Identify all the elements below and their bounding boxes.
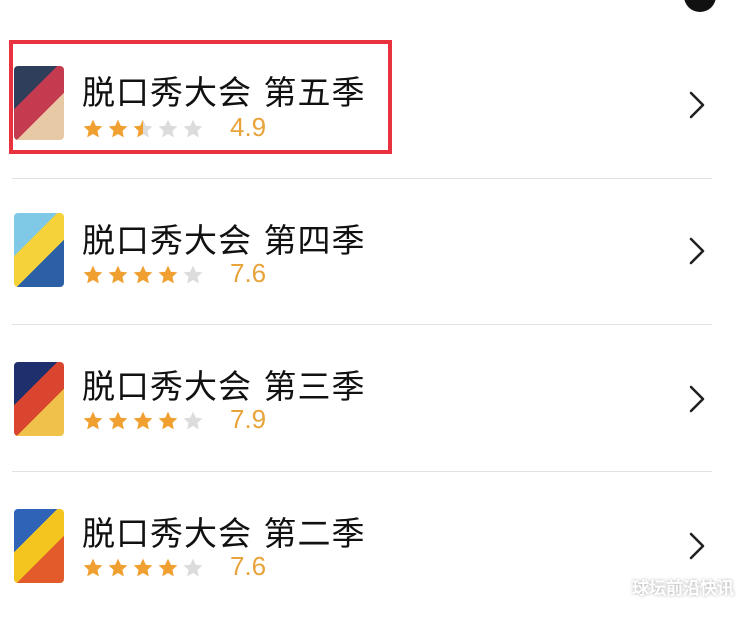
star-rating xyxy=(82,557,204,579)
item-title: 脱口秀大会 第二季 xyxy=(82,514,366,553)
star-icon xyxy=(158,558,178,577)
poster-thumbnail xyxy=(14,362,64,436)
item-title: 脱口秀大会 第四季 xyxy=(82,221,366,260)
chevron-right-icon xyxy=(689,91,705,119)
list-item[interactable]: 脱口秀大会 第四季 7.6 xyxy=(0,178,744,324)
star-icon xyxy=(108,265,128,284)
star-icon xyxy=(133,265,153,284)
list-item[interactable]: 脱口秀大会 第三季 7.9 xyxy=(0,324,744,470)
star-icon xyxy=(108,558,128,577)
rating-score: 7.9 xyxy=(230,404,267,434)
chevron-right-icon xyxy=(689,385,705,413)
star-rating xyxy=(82,410,204,432)
poster-thumbnail xyxy=(14,213,64,287)
watermark: 球坛前沿快讯 xyxy=(632,579,734,599)
rating-score: 7.6 xyxy=(230,551,267,581)
star-icon xyxy=(133,558,153,577)
top-dot-icon xyxy=(684,0,716,12)
star-icon xyxy=(83,411,103,430)
star-icon xyxy=(83,265,103,284)
star-icon xyxy=(183,411,203,430)
star-icon xyxy=(183,265,203,284)
star-icon xyxy=(83,558,103,577)
star-icon xyxy=(158,411,178,430)
star-icon xyxy=(133,411,153,430)
chevron-right-icon xyxy=(689,532,705,560)
star-rating xyxy=(82,264,204,286)
poster-thumbnail xyxy=(14,509,64,583)
star-icon xyxy=(158,265,178,284)
item-title: 脱口秀大会 第三季 xyxy=(82,367,366,406)
highlight-box xyxy=(9,40,392,154)
rating-score: 7.6 xyxy=(230,258,267,288)
star-icon xyxy=(183,558,203,577)
star-icon xyxy=(108,411,128,430)
chevron-right-icon xyxy=(689,237,705,265)
